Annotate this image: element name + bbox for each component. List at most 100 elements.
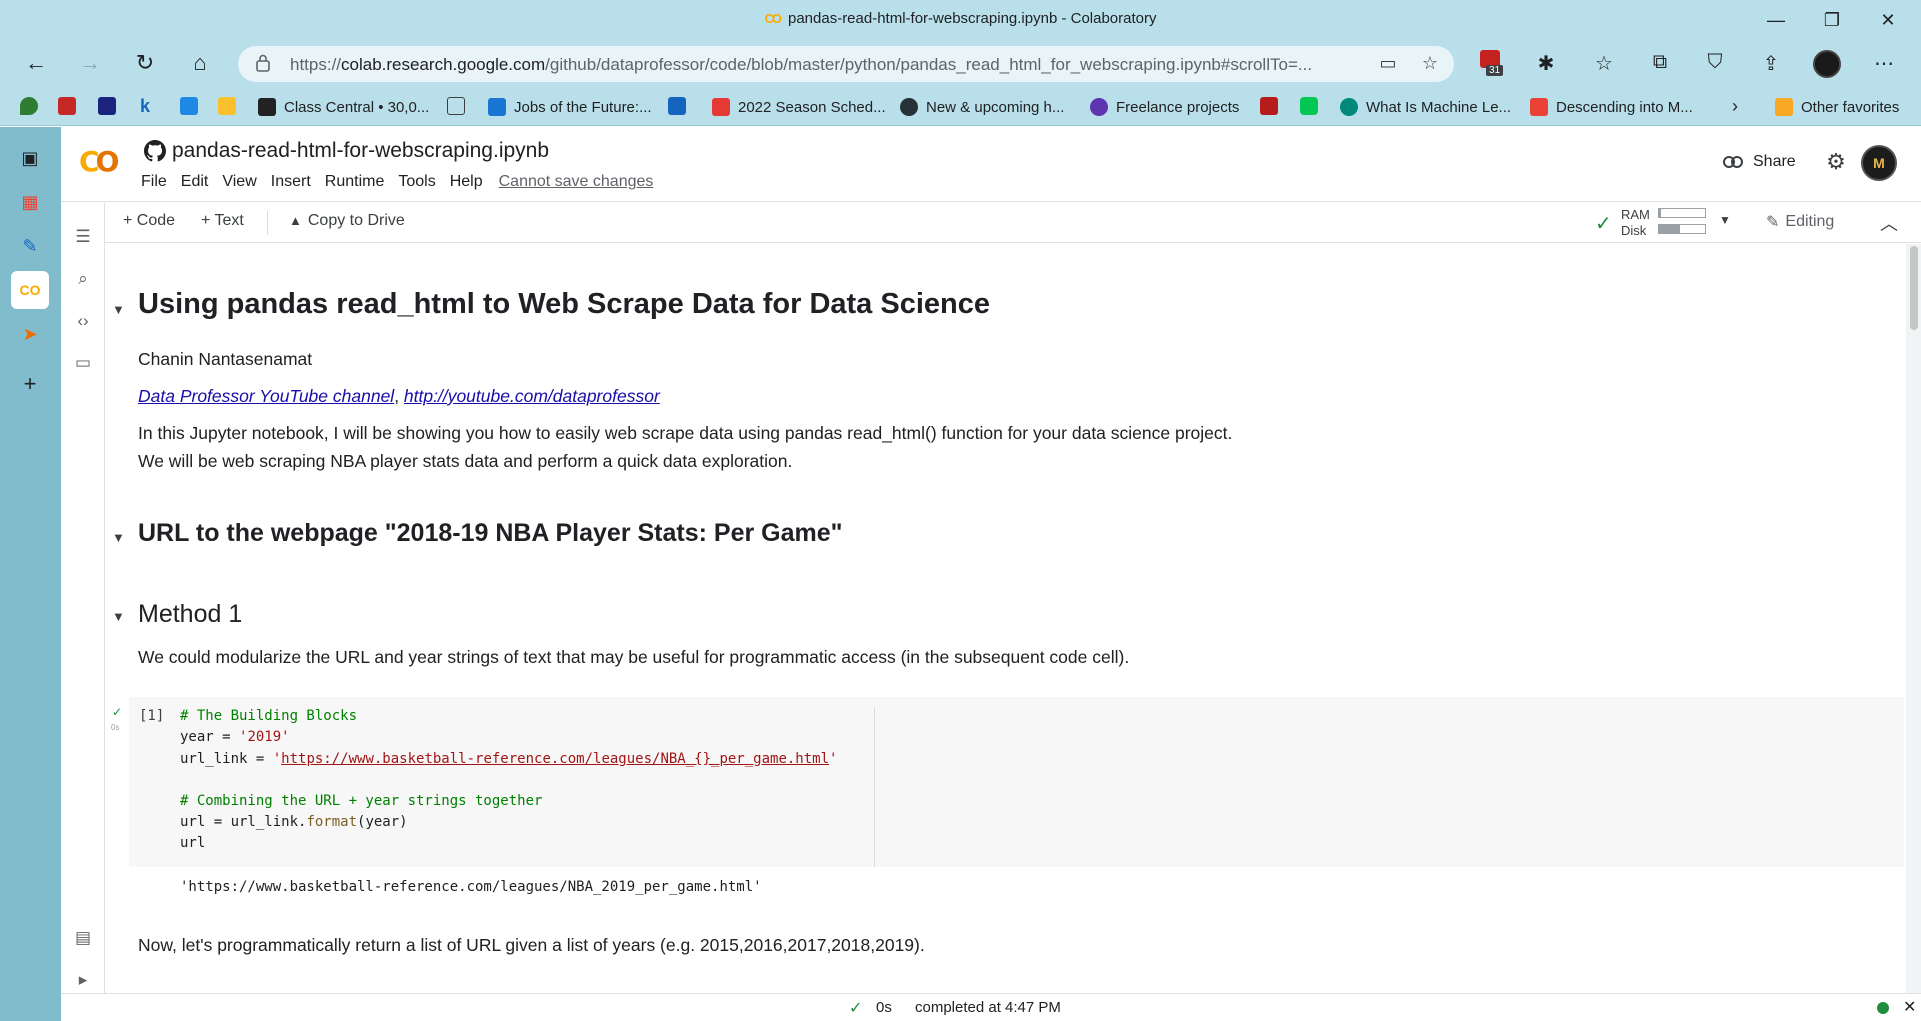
immersive-reader-icon[interactable]: ▭ bbox=[1376, 53, 1400, 75]
bookmark-notes-icon[interactable] bbox=[218, 97, 236, 115]
menu-help[interactable]: Help bbox=[450, 173, 483, 191]
settings-gear-icon[interactable]: ⚙ bbox=[1823, 149, 1849, 175]
browser-essentials-icon[interactable]: ⛉ bbox=[1701, 51, 1729, 77]
favorites-icon[interactable]: ☆ bbox=[1590, 51, 1618, 77]
scrollbar-track[interactable] bbox=[1906, 244, 1921, 993]
more-menu-icon[interactable]: ⋯ bbox=[1870, 51, 1898, 77]
menu-tools[interactable]: Tools bbox=[398, 173, 435, 191]
notebook-title-text[interactable]: pandas-read-html-for-webscraping.ipynb bbox=[172, 139, 549, 163]
bookmark-k-icon[interactable]: k bbox=[140, 97, 158, 115]
bookmark-freelance[interactable]: Freelance projects bbox=[1090, 96, 1239, 118]
back-icon[interactable]: ← bbox=[22, 50, 50, 78]
youtube-url-link[interactable]: http://youtube.com/dataprofessor bbox=[404, 386, 660, 406]
close-window-button[interactable]: ✕ bbox=[1868, 6, 1908, 34]
code-line-3[interactable]: url_link = 'https://www.basketball-refer… bbox=[180, 751, 837, 767]
code-line-1[interactable]: # The Building Blocks bbox=[180, 708, 357, 724]
code-line-5[interactable]: # Combining the URL + year strings toget… bbox=[180, 793, 542, 809]
files-folder-icon[interactable]: ▭ bbox=[73, 353, 93, 373]
bookmark-shield-icon[interactable] bbox=[1300, 97, 1318, 115]
add-code-cell-button[interactable]: + Code bbox=[123, 212, 175, 230]
send-icon[interactable]: ➤ bbox=[11, 315, 49, 353]
bookmark-leaf-icon[interactable] bbox=[20, 97, 38, 115]
bookmark-season-schedule[interactable]: 2022 Season Sched... bbox=[712, 96, 886, 118]
app-grid-icon[interactable]: ▦ bbox=[11, 183, 49, 221]
browser-profile-avatar[interactable] bbox=[1813, 50, 1841, 78]
add-text-cell-button[interactable]: + Text bbox=[201, 212, 244, 230]
bookmark-other-favorites[interactable]: Other favorites bbox=[1775, 96, 1899, 118]
code-line-7[interactable]: url bbox=[180, 835, 205, 851]
terminal-icon[interactable]: ▸ bbox=[73, 970, 93, 990]
bookmark-tt-icon[interactable] bbox=[668, 97, 686, 115]
editing-mode-button[interactable]: ✎ Editing bbox=[1766, 212, 1834, 232]
lock-icon[interactable] bbox=[256, 54, 270, 72]
bookmark-page-icon[interactable] bbox=[447, 97, 465, 115]
command-palette-icon[interactable]: ▤ bbox=[73, 928, 93, 948]
collapse-section-caret-icon[interactable]: ▼ bbox=[112, 302, 125, 317]
code-line-2[interactable]: year = '2019' bbox=[180, 729, 290, 745]
refresh-icon[interactable]: ↻ bbox=[131, 50, 159, 78]
execution-count[interactable]: [1] bbox=[139, 708, 164, 724]
collapse-header-chevron-icon[interactable]: ︿ bbox=[1880, 210, 1898, 236]
menu-edit[interactable]: Edit bbox=[181, 173, 209, 191]
url-host: colab.research.google.com bbox=[341, 55, 546, 74]
status-message[interactable]: completed at 4:47 PM bbox=[915, 999, 1061, 1016]
copy-to-drive-button[interactable]: ▲ Copy to Drive bbox=[289, 212, 405, 230]
url-text[interactable]: https://colab.research.google.com/github… bbox=[290, 55, 1330, 75]
share-button[interactable]: Share bbox=[1723, 153, 1796, 171]
code-cell[interactable] bbox=[129, 697, 1904, 867]
forward-icon[interactable]: → bbox=[76, 50, 104, 78]
code-snippets-icon[interactable]: ‹› bbox=[73, 311, 93, 331]
bookmark-jobs-future[interactable]: Jobs of the Future:... bbox=[488, 96, 652, 118]
home-icon[interactable]: ⌂ bbox=[186, 50, 214, 78]
colab-logo[interactable]: CO bbox=[79, 145, 119, 178]
add-favorite-icon[interactable]: ☆ bbox=[1418, 53, 1442, 75]
minimize-button[interactable]: — bbox=[1756, 6, 1796, 34]
collections-icon[interactable]: ⧉ bbox=[1646, 51, 1674, 77]
runtime-dropdown-chevron-icon[interactable]: ▼ bbox=[1719, 213, 1731, 227]
code-url-link[interactable]: https://www.basketball-reference.com/lea… bbox=[281, 751, 829, 767]
collapse-section-caret-icon[interactable]: ▼ bbox=[112, 530, 125, 545]
window-title: CO pandas-read-html-for-webscraping.ipynb… bbox=[0, 10, 1921, 27]
search-icon[interactable]: ⌕ bbox=[73, 269, 93, 289]
menu-insert[interactable]: Insert bbox=[271, 173, 311, 191]
extensions-icon[interactable]: ✱ bbox=[1532, 51, 1560, 77]
menu-view[interactable]: View bbox=[222, 173, 256, 191]
collapse-section-caret-icon[interactable]: ▼ bbox=[112, 609, 125, 624]
ram-usage-fill bbox=[1659, 209, 1662, 217]
bookmark-mit-icon[interactable] bbox=[1260, 97, 1278, 115]
bookmark-gift-icon[interactable] bbox=[58, 97, 76, 115]
bookmarks-overflow-chevron-icon[interactable]: › bbox=[1732, 97, 1750, 115]
bookmark-label: Descending into M... bbox=[1556, 98, 1693, 116]
cannot-save-link[interactable]: Cannot save changes bbox=[499, 173, 654, 191]
code-line-6[interactable]: url = url_link.format(year) bbox=[180, 814, 408, 830]
bookmark-grid-icon[interactable] bbox=[98, 97, 116, 115]
bookmark-descending[interactable]: Descending into M... bbox=[1530, 96, 1693, 118]
devpost-icon bbox=[900, 98, 918, 116]
notebook-title[interactable]: pandas-read-html-for-webscraping.ipynb bbox=[144, 139, 549, 163]
bookmark-class-central[interactable]: Class Central • 30,0... bbox=[258, 96, 429, 118]
scrollbar-thumb[interactable] bbox=[1910, 246, 1918, 330]
colab-rail-icon[interactable]: CO bbox=[11, 271, 49, 309]
menu-runtime[interactable]: Runtime bbox=[325, 173, 385, 191]
ram-usage-bar[interactable] bbox=[1658, 208, 1706, 218]
bookmark-machine-learning[interactable]: What Is Machine Le... bbox=[1340, 96, 1511, 118]
extension-calendar-icon[interactable]: 31 bbox=[1480, 48, 1506, 78]
status-close-icon[interactable]: ✕ bbox=[1903, 997, 1916, 1017]
menu-file[interactable]: File bbox=[141, 173, 167, 191]
share-page-icon[interactable]: ⇪ bbox=[1757, 51, 1785, 77]
bookmark-new-upcoming[interactable]: New & upcoming h... bbox=[900, 96, 1064, 118]
disk-usage-bar[interactable] bbox=[1658, 224, 1706, 234]
user-avatar[interactable]: M bbox=[1861, 145, 1897, 181]
pen-icon[interactable]: ✎ bbox=[11, 227, 49, 265]
address-bar[interactable]: https://colab.research.google.com/github… bbox=[238, 46, 1454, 82]
restore-button[interactable]: ❐ bbox=[1812, 6, 1852, 34]
status-bar: ✓ 0s completed at 4:47 PM ✕ bbox=[61, 993, 1921, 1021]
add-icon[interactable]: + bbox=[11, 365, 49, 403]
table-of-contents-icon[interactable]: ☰ bbox=[73, 227, 93, 247]
youtube-channel-link[interactable]: Data Professor YouTube channel bbox=[138, 386, 394, 406]
season-schedule-icon bbox=[712, 98, 730, 116]
status-check-icon: ✓ bbox=[849, 1000, 863, 1017]
folder-icon bbox=[1775, 98, 1793, 116]
bookmark-u-icon[interactable] bbox=[180, 97, 198, 115]
tab-panel-icon[interactable]: ▣ bbox=[11, 139, 49, 177]
